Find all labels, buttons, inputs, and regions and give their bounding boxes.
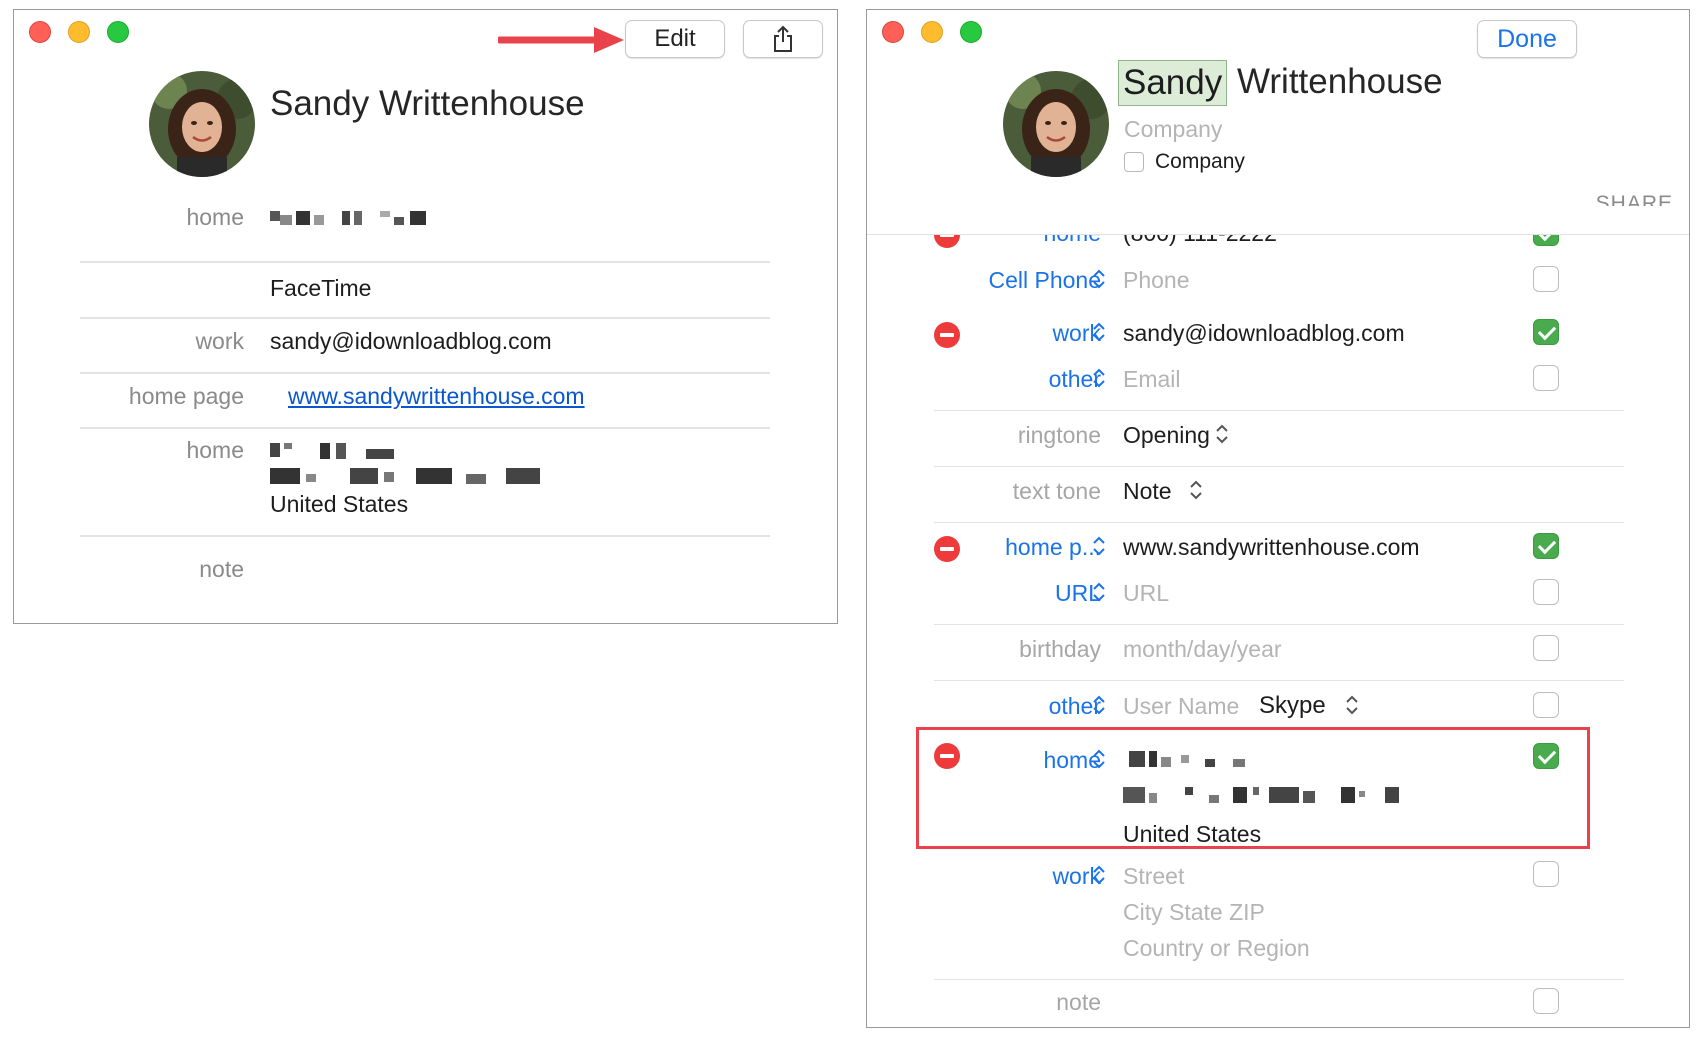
row-separator [80,317,770,319]
zoom-button[interactable] [107,21,129,43]
redacted-address-line2 [1123,785,1423,807]
chevron-updown-icon[interactable] [1091,268,1107,290]
done-button[interactable]: Done [1477,20,1577,58]
email-input[interactable]: Email [1123,366,1181,393]
chevron-updown-icon[interactable] [1091,864,1107,886]
company-checkbox-label: Company [1155,150,1245,173]
company-field[interactable]: Company [1124,116,1222,143]
work-email-field[interactable]: sandy@idownloadblog.com [1123,320,1405,347]
arrow-annotation-icon [498,27,624,53]
share-icon [774,25,792,52]
cell-phone-type-label[interactable]: Cell Phone [988,267,1101,294]
homepage-link[interactable]: www.sandywrittenhouse.com [288,383,585,410]
facetime-action[interactable]: FaceTime [270,275,371,302]
chevron-updown-icon[interactable] [1091,367,1107,389]
homepage-field[interactable]: www.sandywrittenhouse.com [1123,534,1420,561]
close-button[interactable] [882,21,904,43]
share-other-email-checkbox[interactable] [1533,365,1559,391]
ringtone-select[interactable]: Opening [1123,422,1210,449]
share-work-address-checkbox[interactable] [1533,861,1559,887]
share-birthday-checkbox[interactable] [1533,635,1559,661]
row-separator [80,535,770,537]
username-input[interactable]: User Name [1123,693,1239,720]
redacted-address-line2 [270,466,570,488]
remove-email-button[interactable] [934,322,960,348]
share-cell-checkbox[interactable] [1533,266,1559,292]
address-country: United States [270,491,409,517]
share-button[interactable] [743,20,823,58]
header-separator [867,234,1689,235]
row-separator [934,624,1624,625]
edit-button-label: Edit [654,25,696,52]
url-type-label[interactable]: home p... [1005,534,1101,561]
phone-label: home [186,204,244,230]
address-country-field[interactable]: United States [1123,821,1261,848]
window-controls [882,21,982,43]
share-url-checkbox[interactable] [1533,533,1559,559]
row-separator [934,680,1624,681]
homepage-label: home page [128,383,244,409]
chevron-updown-icon[interactable] [1091,321,1107,343]
address-label: home [186,437,244,463]
chevron-updown-icon[interactable] [1215,423,1229,445]
ringtone-label: ringtone [1017,422,1101,448]
country-input[interactable]: Country or Region [1123,935,1310,962]
contact-name: Sandy Writtenhouse [270,84,585,123]
street-input[interactable]: Street [1123,863,1184,890]
share-email-checkbox[interactable] [1533,319,1559,345]
chevron-updown-icon[interactable] [1091,581,1107,603]
im-service-select[interactable]: Skype [1259,692,1326,720]
birthday-label: birthday [1019,636,1101,662]
close-button[interactable] [29,21,51,43]
city-state-zip-input[interactable]: City State ZIP [1123,899,1265,926]
row-separator [80,261,770,263]
window-controls [29,21,129,43]
header-mask [867,206,1689,234]
company-checkbox[interactable] [1124,152,1144,172]
done-button-label: Done [1497,24,1557,53]
avatar[interactable] [149,71,255,177]
note-label: note [199,556,244,582]
chevron-updown-icon[interactable] [1189,479,1203,501]
remove-url-button[interactable] [934,536,960,562]
share-new-url-checkbox[interactable] [1533,579,1559,605]
avatar[interactable] [1003,71,1109,177]
row-separator [934,979,1624,980]
texttone-label: text tone [1012,478,1101,504]
redacted-address-line1 [270,439,420,461]
row-separator [934,410,1624,411]
redacted-phone [270,209,430,231]
row-separator [934,466,1624,467]
email-label: work [195,328,244,354]
share-note-checkbox[interactable] [1533,988,1559,1014]
url-input[interactable]: URL [1123,580,1169,607]
remove-address-button[interactable] [934,743,960,769]
share-address-checkbox[interactable] [1533,743,1559,769]
profile-photo [1003,71,1109,177]
minimize-button[interactable] [921,21,943,43]
first-name-field[interactable]: Sandy [1118,60,1228,106]
birthday-input[interactable]: month/day/year [1123,636,1282,663]
contact-edit-window: Done Sandy Writtenhouse Company Company … [866,9,1690,1028]
edit-button[interactable]: Edit [625,20,725,58]
contact-card-window: Edit Sandy Writtenhouse home FaceTime wo… [13,9,838,624]
row-separator [80,427,770,429]
redacted-address-line1 [1129,749,1279,771]
row-separator [80,372,770,374]
chevron-updown-icon[interactable] [1091,535,1107,557]
zoom-button[interactable] [960,21,982,43]
chevron-updown-icon[interactable] [1091,748,1107,770]
chevron-updown-icon[interactable] [1091,694,1107,716]
row-separator [934,522,1624,523]
profile-photo [149,71,255,177]
last-name-field[interactable]: Writtenhouse [1237,62,1443,102]
minimize-button[interactable] [68,21,90,43]
note-label: note [1056,989,1101,1015]
phone-input[interactable]: Phone [1123,267,1190,294]
texttone-select[interactable]: Note [1123,478,1172,505]
work-email[interactable]: sandy@idownloadblog.com [270,328,552,355]
chevron-updown-icon[interactable] [1345,694,1359,716]
share-im-checkbox[interactable] [1533,692,1559,718]
